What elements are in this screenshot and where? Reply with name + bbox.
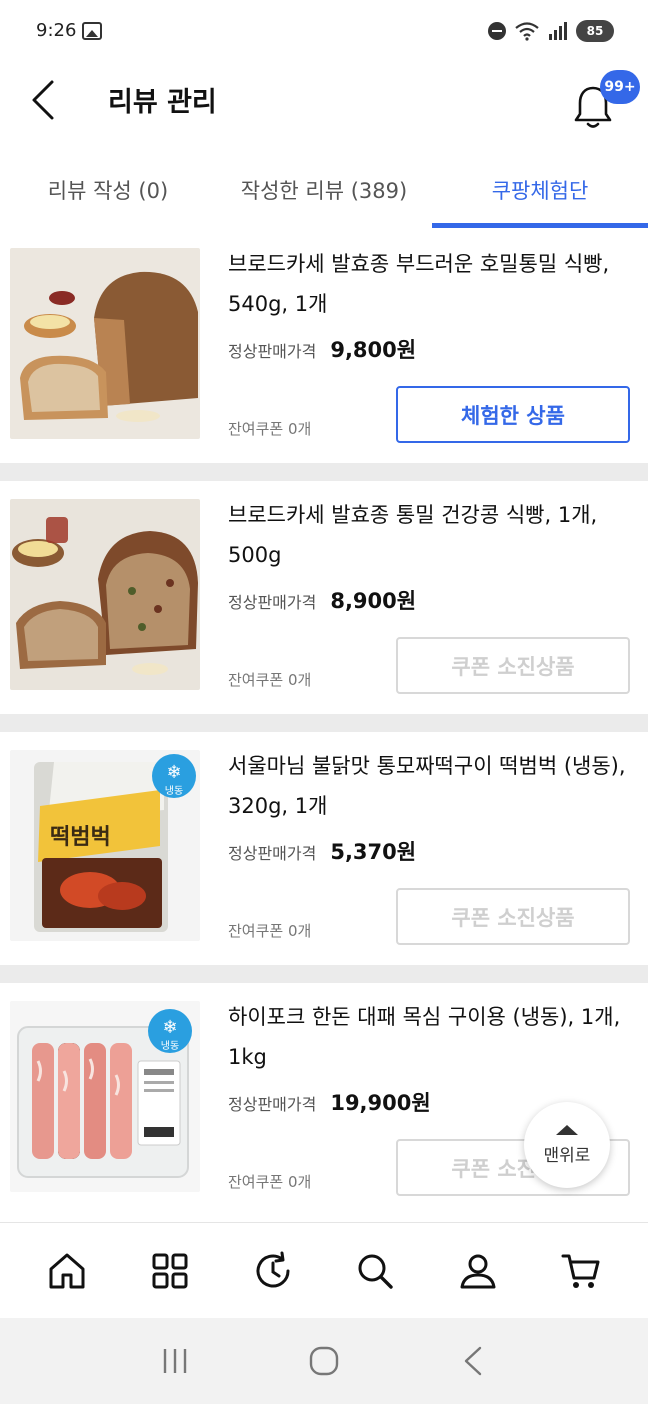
app-header: 리뷰 관리 99+	[0, 66, 648, 150]
gallery-notification-icon	[82, 22, 102, 40]
remaining-coupon-text: 잔여쿠폰 0개	[228, 1173, 312, 1191]
product-list: 브로드카세 발효종 부드러운 호밀통밀 식빵, 540g, 1개 정상판매가격 …	[0, 230, 648, 1216]
status-bar: 9:26 85	[0, 0, 648, 66]
price-value: 9,800원	[330, 338, 417, 362]
experienced-product-button[interactable]: 체험한 상품	[396, 386, 630, 443]
product-name[interactable]: 서울마님 불닭맛 통모짜떡구이 떡범벅 (냉동), 320g, 1개	[228, 746, 628, 826]
search-icon	[358, 1254, 393, 1289]
product-card[interactable]: 떡범벅 ❄ 냉동 서울마님 불닭맛 통모짜떡구이 떡범벅 (냉동), 320g,…	[0, 732, 648, 965]
user-icon	[460, 1254, 496, 1288]
bean-bread-image[interactable]	[10, 499, 200, 690]
product-card[interactable]: 브로드카세 발효종 부드러운 호밀통밀 식빵, 540g, 1개 정상판매가격 …	[0, 230, 648, 463]
nav-search[interactable]	[345, 1241, 405, 1301]
frozen-badge: 냉동	[161, 1040, 179, 1052]
price-row: 정상판매가격 8,900원	[228, 585, 416, 615]
page-title: 리뷰 관리	[108, 87, 217, 118]
nav-recent[interactable]	[243, 1241, 303, 1301]
product-name[interactable]: 브로드카세 발효종 부드러운 호밀통밀 식빵, 540g, 1개	[228, 244, 628, 324]
battery-indicator: 85	[576, 20, 614, 42]
recent-apps-button[interactable]	[155, 1341, 195, 1381]
signal-icon	[549, 22, 567, 40]
coupon-exhausted-button: 쿠폰 소진상품	[396, 637, 630, 694]
price-row: 정상판매가격 19,900원	[228, 1087, 431, 1117]
bread-loaf-image[interactable]	[10, 248, 200, 439]
status-icons: 85	[488, 20, 614, 42]
tab-coupang-experience[interactable]: 쿠팡체험단	[432, 150, 648, 230]
frozen-badge: 냉동	[165, 785, 183, 797]
notification-button[interactable]: 99+	[568, 70, 640, 134]
home-circle-icon	[309, 1346, 339, 1376]
price-row: 정상판매가격 9,800원	[228, 334, 416, 364]
status-time: 9:26	[36, 20, 77, 41]
remaining-coupon-text: 잔여쿠폰 0개	[228, 420, 312, 438]
recent-history-icon	[256, 1251, 290, 1287]
nav-cart[interactable]	[551, 1241, 611, 1301]
svg-text:❄: ❄	[162, 1017, 177, 1038]
price-label: 정상판매가격	[228, 593, 317, 612]
nav-category[interactable]	[140, 1241, 200, 1301]
recent-apps-icon	[163, 1349, 186, 1373]
tteok-package-image[interactable]: 떡범벅 ❄ 냉동	[10, 750, 200, 941]
remaining-coupon-text: 잔여쿠폰 0개	[228, 671, 312, 689]
price-label: 정상판매가격	[228, 844, 317, 863]
wifi-icon	[515, 22, 539, 41]
price-value: 8,900원	[330, 589, 417, 613]
product-card[interactable]: 브로드카세 발효종 통밀 건강콩 식빵, 1개, 500g 정상판매가격 8,9…	[0, 481, 648, 714]
price-value: 5,370원	[330, 840, 417, 864]
tab-bar: 리뷰 작성 (0) 작성한 리뷰 (389) 쿠팡체험단	[0, 150, 648, 230]
price-label: 정상판매가격	[228, 342, 317, 361]
bottom-navigation	[0, 1222, 648, 1318]
tab-write-review[interactable]: 리뷰 작성 (0)	[0, 150, 216, 230]
home-icon	[49, 1253, 85, 1288]
do-not-disturb-icon	[488, 22, 506, 40]
home-button[interactable]	[304, 1341, 344, 1381]
svg-text:❄: ❄	[166, 762, 181, 783]
system-back-icon	[465, 1346, 482, 1376]
notification-badge: 99+	[600, 70, 640, 104]
system-navigation-bar	[0, 1318, 648, 1404]
remaining-coupon-text: 잔여쿠폰 0개	[228, 922, 312, 940]
category-grid-icon	[152, 1253, 188, 1288]
scroll-to-top-label: 맨위로	[543, 1145, 591, 1166]
scroll-to-top-button[interactable]: 맨위로	[524, 1102, 610, 1188]
price-row: 정상판매가격 5,370원	[228, 836, 416, 866]
card-separator	[0, 463, 648, 481]
card-separator	[0, 714, 648, 732]
coupon-exhausted-button: 쿠폰 소진상품	[396, 888, 630, 945]
product-name[interactable]: 브로드카세 발효종 통밀 건강콩 식빵, 1개, 500g	[228, 495, 628, 575]
product-name[interactable]: 하이포크 한돈 대패 목심 구이용 (냉동), 1개, 1kg	[228, 997, 628, 1077]
package-label: 떡범벅	[50, 825, 111, 850]
price-label: 정상판매가격	[228, 1095, 317, 1114]
card-separator	[0, 965, 648, 983]
chevron-up-icon	[556, 1124, 578, 1135]
cart-icon	[561, 1254, 600, 1288]
back-arrow-icon[interactable]	[26, 78, 62, 122]
nav-mypage[interactable]	[448, 1241, 508, 1301]
pork-tray-image[interactable]: ❄ 냉동	[10, 1001, 200, 1192]
tab-written-reviews[interactable]: 작성한 리뷰 (389)	[216, 150, 432, 230]
price-value: 19,900원	[330, 1091, 431, 1115]
system-back-button[interactable]	[453, 1341, 493, 1381]
nav-home[interactable]	[37, 1241, 97, 1301]
